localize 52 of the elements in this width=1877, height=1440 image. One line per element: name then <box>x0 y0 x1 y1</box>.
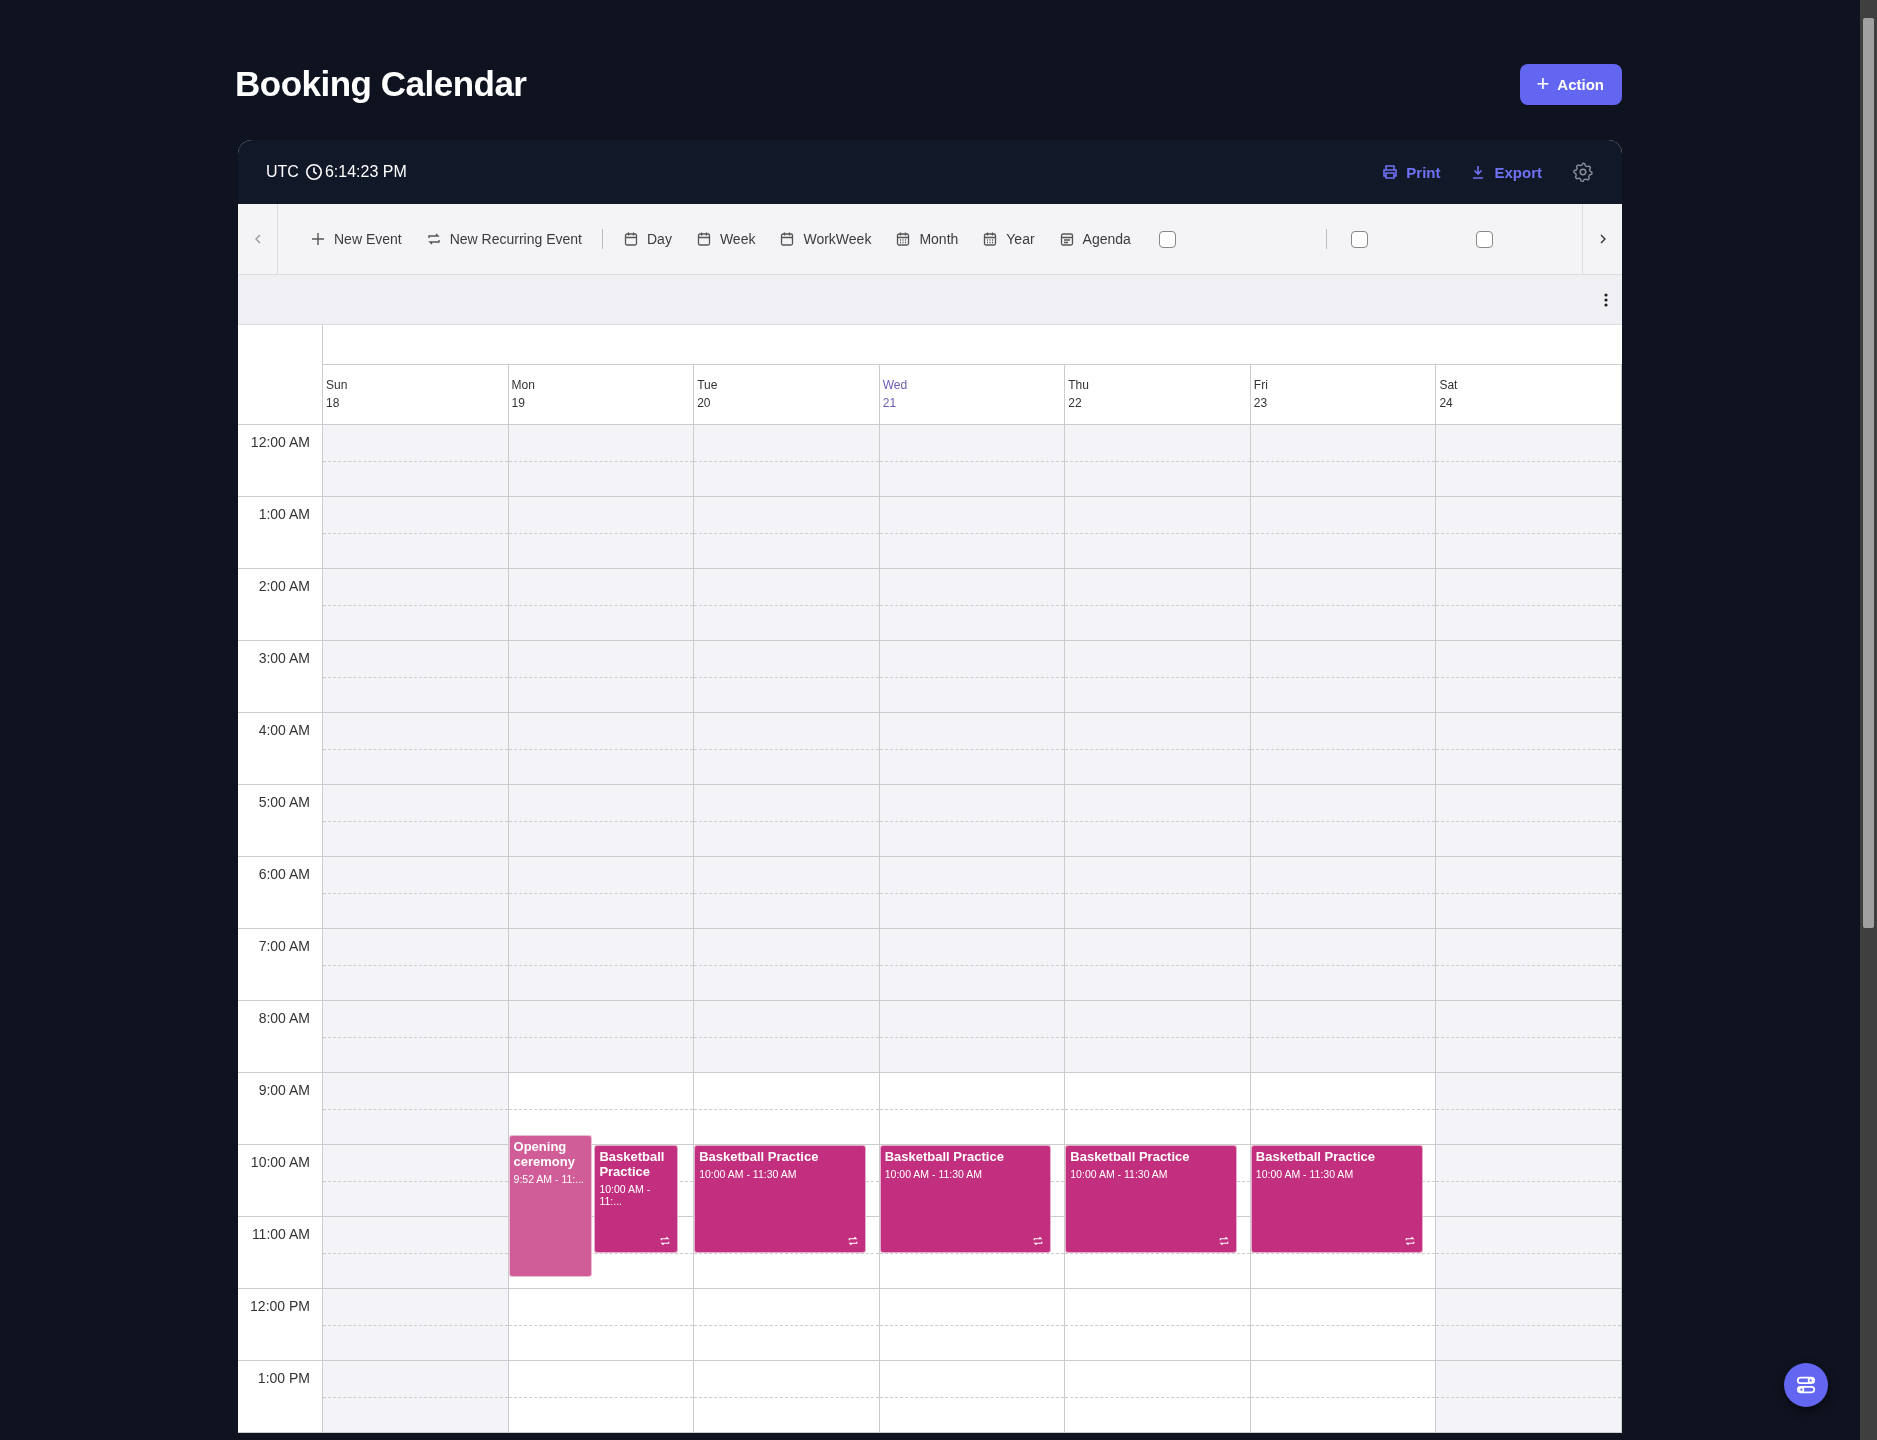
scrollbar[interactable] <box>1860 0 1877 1440</box>
event-card[interactable]: Basketball Practice 10:00 AM - 11:... <box>594 1145 679 1253</box>
clock-icon <box>304 163 323 181</box>
page-title: Booking Calendar <box>235 64 527 104</box>
time-label: 1:00 PM <box>257 1370 310 1386</box>
toolbar-button[interactable]: New Recurring Event <box>413 225 594 253</box>
timezone-label: UTC <box>266 163 299 181</box>
printer-icon <box>1382 164 1399 180</box>
plus-icon <box>310 231 326 247</box>
checkbox[interactable] <box>1475 230 1493 248</box>
event-card[interactable]: Basketball Practice 10:00 AM - 11:30 AM <box>694 1145 866 1253</box>
toolbar-button[interactable]: WorkWeek <box>767 225 884 253</box>
action-button[interactable]: + Action <box>1520 63 1622 105</box>
time-label: 12:00 AM <box>250 434 310 450</box>
toggles-icon <box>1795 1374 1817 1396</box>
event-card[interactable]: Basketball Practice 10:00 AM - 11:30 AM <box>1250 1145 1423 1253</box>
calendar-grid-icon <box>895 231 912 247</box>
export-button[interactable]: Export <box>1470 163 1542 181</box>
settings-fab[interactable] <box>1784 1363 1828 1407</box>
print-button[interactable]: Print <box>1382 163 1441 181</box>
checkbox[interactable] <box>1350 230 1368 248</box>
agenda-icon <box>1058 231 1075 247</box>
time-label: 3:00 AM <box>258 650 310 666</box>
calendar-icon <box>695 231 712 247</box>
time-label: 6:00 AM <box>258 866 310 882</box>
time-label: 7:00 AM <box>258 938 310 954</box>
time-label: 5:00 AM <box>258 794 310 810</box>
time-label: 4:00 AM <box>258 722 310 738</box>
more-options-icon[interactable] <box>1604 292 1608 307</box>
event-card[interactable]: Basketball Practice 10:00 AM - 11:30 AM <box>879 1145 1052 1253</box>
time-label: 12:00 PM <box>250 1298 310 1314</box>
repeat-icon <box>425 231 442 247</box>
toolbar-button[interactable]: New Event <box>298 225 414 253</box>
time-label: 11:00 AM <box>251 1226 310 1242</box>
time-label: 2:00 AM <box>258 578 310 594</box>
toolbar-button[interactable]: Month <box>883 225 971 253</box>
toolbar-button[interactable]: Week <box>683 225 768 253</box>
clock-time: 6:14:23 PM <box>324 163 407 181</box>
toolbar-button[interactable]: Year <box>970 225 1047 253</box>
event-card[interactable]: Basketball Practice 10:00 AM - 11:30 AM <box>1065 1145 1237 1253</box>
checkbox[interactable] <box>1158 230 1176 248</box>
calendar-grid-icon <box>982 231 999 247</box>
time-label: 8:00 AM <box>258 1010 310 1026</box>
calendar-icon <box>623 231 639 247</box>
toolbar-button[interactable]: Agenda <box>1046 225 1143 253</box>
event-card[interactable]: Opening ceremony 9:52 AM - 11:... <box>508 1135 593 1277</box>
time-label: 9:00 AM <box>258 1082 310 1098</box>
settings-icon[interactable] <box>1572 161 1594 183</box>
time-label: 1:00 AM <box>258 506 310 522</box>
toolbar-button[interactable]: Day <box>611 225 684 253</box>
time-label: 10:00 AM <box>250 1154 310 1170</box>
calendar-icon <box>779 231 796 247</box>
